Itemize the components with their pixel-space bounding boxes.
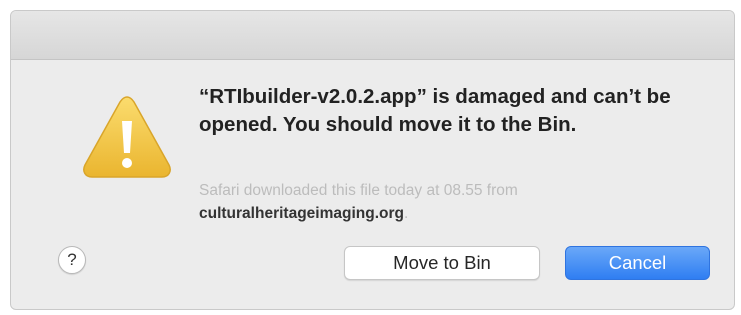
dialog-titlebar <box>11 11 734 60</box>
info-prefix: Safari downloaded this file today at 08.… <box>199 182 518 199</box>
cancel-button[interactable]: Cancel <box>565 246 710 280</box>
help-button[interactable]: ? <box>58 246 86 274</box>
alert-info-text: Safari downloaded this file today at 08.… <box>199 179 699 225</box>
warning-icon <box>83 96 171 178</box>
info-domain: culturalheritageimaging.org <box>199 205 404 222</box>
move-to-bin-button[interactable]: Move to Bin <box>344 246 540 280</box>
alert-dialog: “RTIbuilder-v2.0.2.app” is damaged and c… <box>10 10 735 310</box>
info-suffix: . <box>403 205 409 222</box>
alert-message: “RTIbuilder-v2.0.2.app” is damaged and c… <box>199 85 671 136</box>
